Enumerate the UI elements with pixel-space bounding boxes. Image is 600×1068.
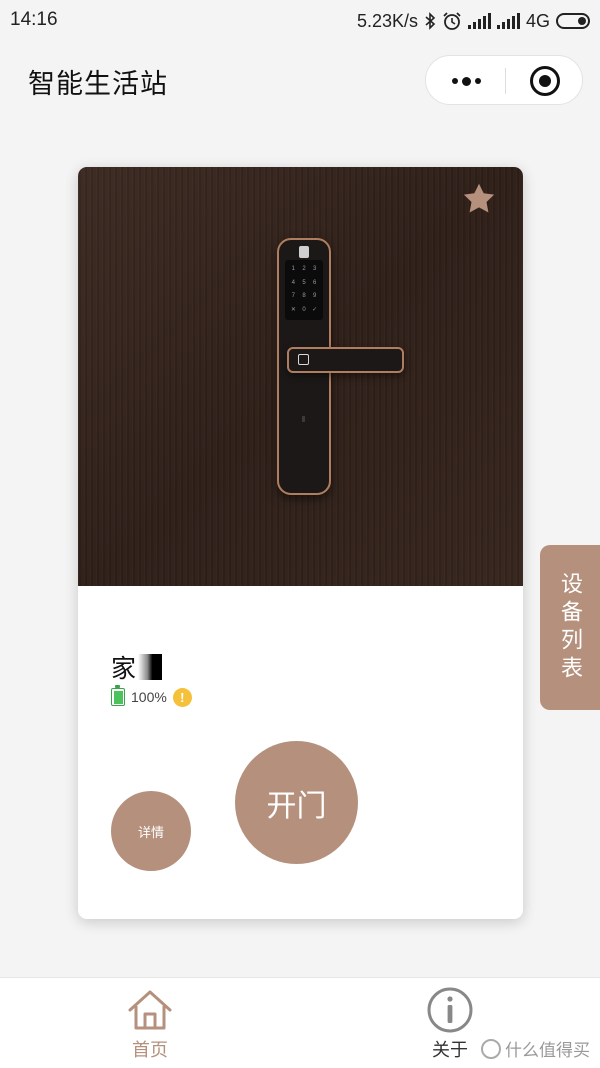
bluetooth-icon (425, 12, 436, 30)
tab-home[interactable]: 首页 (110, 986, 190, 1062)
alarm-icon (443, 12, 461, 30)
page-title: 智能生活站 (28, 69, 168, 99)
open-door-button[interactable]: 开门 (235, 741, 358, 864)
watermark-text: 什么值得买 (505, 1041, 590, 1060)
door-image: 123 456 789 ✕ 0 ✓ (78, 167, 523, 586)
star-icon[interactable] (461, 181, 497, 217)
battery-percent: 100% (131, 689, 167, 705)
lock-keypad: 123 456 789 ✕ 0 ✓ (285, 260, 323, 320)
watermark-logo-icon (481, 1038, 501, 1059)
device-list-label: 设备列表 (558, 571, 583, 684)
more-dots-icon[interactable] (448, 56, 484, 106)
lock-logo (299, 246, 309, 258)
warning-icon[interactable]: ! (172, 687, 192, 707)
watermark: 什么值得买 (481, 1036, 590, 1061)
network-type: 4G (525, 10, 550, 31)
tab-about-label: 关于 (432, 1040, 468, 1060)
device-card: 123 456 789 ✕ 0 ✓ 家 100% ! 详情 开门 (78, 167, 523, 919)
signal-icon (496, 13, 520, 29)
lock-handle (287, 347, 404, 373)
status-bar: 14:16 5.23K/s 4G (0, 0, 600, 42)
close-circle-icon[interactable] (530, 66, 560, 96)
net-speed: 5.23K/s (356, 10, 418, 31)
mini-program-capsule (425, 55, 583, 105)
device-name-text: 家 (111, 655, 137, 683)
signal-icon (467, 13, 491, 29)
battery-icon (111, 685, 125, 706)
key-slot (302, 416, 305, 422)
device-list-tab[interactable]: 设备列表 (540, 545, 600, 710)
tab-about[interactable]: 关于 (410, 986, 490, 1062)
fingerprint-sensor (298, 354, 309, 365)
status-indicators: 5.23K/s 4G (357, 9, 590, 33)
tab-home-label: 首页 (132, 1040, 168, 1060)
device-name: 家 (111, 649, 163, 685)
battery-status: 100% ! (111, 685, 192, 707)
info-icon (427, 987, 473, 1033)
capsule-divider (505, 68, 506, 94)
home-icon (128, 990, 172, 1030)
redacted-text (138, 654, 163, 680)
detail-button[interactable]: 详情 (111, 791, 191, 871)
battery-icon (556, 13, 590, 29)
status-time: 14:16 (10, 9, 58, 30)
